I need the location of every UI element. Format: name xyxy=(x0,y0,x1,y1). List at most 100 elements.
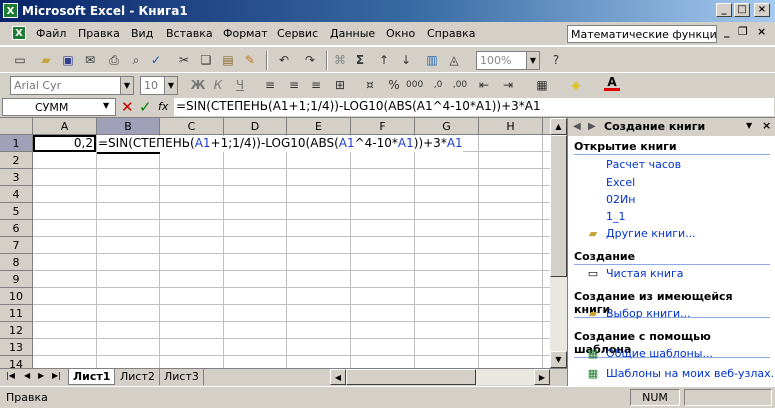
align-right-icon[interactable]: ≡ xyxy=(308,77,324,93)
doc-minimize-button[interactable]: _ xyxy=(724,25,730,38)
chevron-down-icon[interactable]: ▼ xyxy=(103,101,109,110)
menu-view[interactable]: Вид xyxy=(131,27,153,40)
undo-icon[interactable]: ↶ xyxy=(276,52,292,68)
menu-edit[interactable]: Правка xyxy=(78,27,120,40)
drawing-icon[interactable]: ◬ xyxy=(446,52,462,68)
minimize-button[interactable]: _ xyxy=(716,3,732,17)
forward-icon[interactable]: ▶ xyxy=(588,121,596,132)
column-header-a[interactable]: A xyxy=(33,118,97,135)
chevron-down-icon[interactable]: ▼ xyxy=(120,77,133,94)
hyperlink-icon[interactable]: ⌘ xyxy=(332,52,348,68)
row-header[interactable]: 11 xyxy=(0,305,33,322)
cell-a1[interactable]: 0,2 xyxy=(33,135,96,152)
italic-button[interactable]: К xyxy=(210,77,226,93)
font-name-select[interactable]: Arial Cyr ▼ xyxy=(10,76,134,95)
decrease-decimal-icon[interactable]: ,00 xyxy=(452,77,468,93)
column-header-f[interactable]: F xyxy=(351,118,415,135)
menu-help[interactable]: Справка xyxy=(427,27,475,40)
sort-ascending-icon[interactable]: ↑ xyxy=(376,52,392,68)
help-question-input[interactable]: Математические функции xyxy=(567,25,717,43)
open-folder-icon[interactable]: ▰ xyxy=(38,52,54,68)
comma-style-icon[interactable]: 000 xyxy=(406,77,423,93)
paste-icon[interactable]: ▤ xyxy=(220,52,236,68)
row-header[interactable]: 3 xyxy=(0,169,33,186)
increase-indent-icon[interactable]: ⇥ xyxy=(500,77,516,93)
align-left-icon[interactable]: ≡ xyxy=(262,77,278,93)
h-scroll-thumb[interactable] xyxy=(346,369,476,385)
currency-icon[interactable]: ¤ xyxy=(362,77,378,93)
help-icon[interactable]: ? xyxy=(548,52,564,68)
row-header[interactable]: 10 xyxy=(0,288,33,305)
first-sheet-icon[interactable]: |◀ xyxy=(6,371,15,380)
row-header[interactable]: 4 xyxy=(0,186,33,203)
spelling-icon[interactable]: ✓ xyxy=(148,52,164,68)
sheet-tab-2[interactable]: Лист2 xyxy=(116,369,160,385)
recent-file-link[interactable]: Расчет часов xyxy=(606,158,681,171)
underline-button[interactable]: Ч xyxy=(232,77,248,93)
bold-button[interactable]: Ж xyxy=(190,77,206,93)
doc-close-button[interactable]: × xyxy=(757,25,766,38)
permission-icon[interactable]: ✉ xyxy=(82,52,98,68)
row-header[interactable]: 6 xyxy=(0,220,33,237)
menu-file[interactable]: Файл xyxy=(36,27,66,40)
next-sheet-icon[interactable]: ▶ xyxy=(38,371,44,380)
recent-file-link[interactable]: 1_1 xyxy=(606,210,626,223)
last-sheet-icon[interactable]: ▶| xyxy=(52,371,61,380)
chevron-down-icon[interactable]: ▼ xyxy=(164,77,177,94)
chevron-down-icon[interactable]: ▼ xyxy=(746,121,752,130)
column-header-b[interactable]: B xyxy=(97,118,160,135)
excel-app-icon[interactable]: X xyxy=(3,3,18,18)
workbook-icon[interactable]: X xyxy=(12,26,26,40)
general-templates-link[interactable]: Общие шаблоны... xyxy=(606,347,713,360)
new-document-icon[interactable]: ▭ xyxy=(12,52,28,68)
font-color-icon[interactable]: A xyxy=(604,76,620,91)
name-box[interactable]: СУММ ▼ xyxy=(2,98,116,116)
scroll-down-icon[interactable]: ▼ xyxy=(550,351,567,368)
scroll-up-icon[interactable]: ▲ xyxy=(550,118,567,135)
menu-data[interactable]: Данные xyxy=(330,27,375,40)
row-header[interactable]: 1 xyxy=(0,135,33,152)
row-header[interactable]: 12 xyxy=(0,322,33,339)
recent-file-link[interactable]: Excel xyxy=(606,176,635,189)
formula-input[interactable]: =SIN(СТЕПЕНЬ(A1+1;1/4))-LOG10(ABS(A1^4-1… xyxy=(174,98,774,116)
close-button[interactable]: × xyxy=(754,3,770,17)
column-header-partial[interactable] xyxy=(543,118,550,135)
select-all-corner[interactable] xyxy=(0,118,33,135)
row-header[interactable]: 2 xyxy=(0,152,33,169)
menu-tools[interactable]: Сервис xyxy=(277,27,318,40)
column-header-c[interactable]: C xyxy=(160,118,224,135)
cell-b1-editing[interactable]: =SIN(СТЕПЕНЬ(A1+1;1/4))-LOG10(ABS(A1^4-1… xyxy=(97,136,463,152)
scroll-thumb[interactable] xyxy=(550,135,567,277)
sheet-tab-3[interactable]: Лист3 xyxy=(160,369,204,385)
row-header[interactable]: 8 xyxy=(0,254,33,271)
column-header-g[interactable]: G xyxy=(415,118,479,135)
website-templates-link[interactable]: Шаблоны на моих веб-узлах... xyxy=(606,367,775,380)
cut-icon[interactable]: ✂ xyxy=(176,52,192,68)
row-header[interactable]: 7 xyxy=(0,237,33,254)
row-header[interactable]: 9 xyxy=(0,271,33,288)
sheet-tab-1[interactable]: Лист1 xyxy=(68,369,116,385)
vertical-scrollbar[interactable]: ▲ ▼ xyxy=(550,118,567,368)
row-header[interactable]: 14 xyxy=(0,356,33,368)
enter-entry-icon[interactable]: ✓ xyxy=(139,98,152,116)
increase-decimal-icon[interactable]: ,0 xyxy=(430,77,446,93)
autosum-icon[interactable]: Σ xyxy=(352,52,368,68)
sort-descending-icon[interactable]: ↓ xyxy=(398,52,414,68)
merge-center-icon[interactable]: ⊞ xyxy=(332,77,348,93)
decrease-indent-icon[interactable]: ⇤ xyxy=(476,77,492,93)
menu-insert[interactable]: Вставка xyxy=(166,27,213,40)
percent-icon[interactable]: % xyxy=(386,77,402,93)
cancel-entry-icon[interactable]: ✕ xyxy=(121,98,134,116)
align-center-icon[interactable]: ≡ xyxy=(286,77,302,93)
menu-window[interactable]: Окно xyxy=(386,27,415,40)
redo-icon[interactable]: ↷ xyxy=(302,52,318,68)
row-header[interactable]: 13 xyxy=(0,339,33,356)
chart-wizard-icon[interactable]: ▥ xyxy=(424,52,440,68)
maximize-button[interactable]: □ xyxy=(734,3,750,17)
choose-book-link[interactable]: Выбор книги... xyxy=(606,307,691,320)
column-header-e[interactable]: E xyxy=(287,118,351,135)
font-size-select[interactable]: 10 ▼ xyxy=(140,76,178,95)
recent-file-link[interactable]: 02Ин xyxy=(606,193,635,206)
scroll-right-icon[interactable]: ▶ xyxy=(534,369,550,385)
blank-book-link[interactable]: Чистая книга xyxy=(606,267,684,280)
